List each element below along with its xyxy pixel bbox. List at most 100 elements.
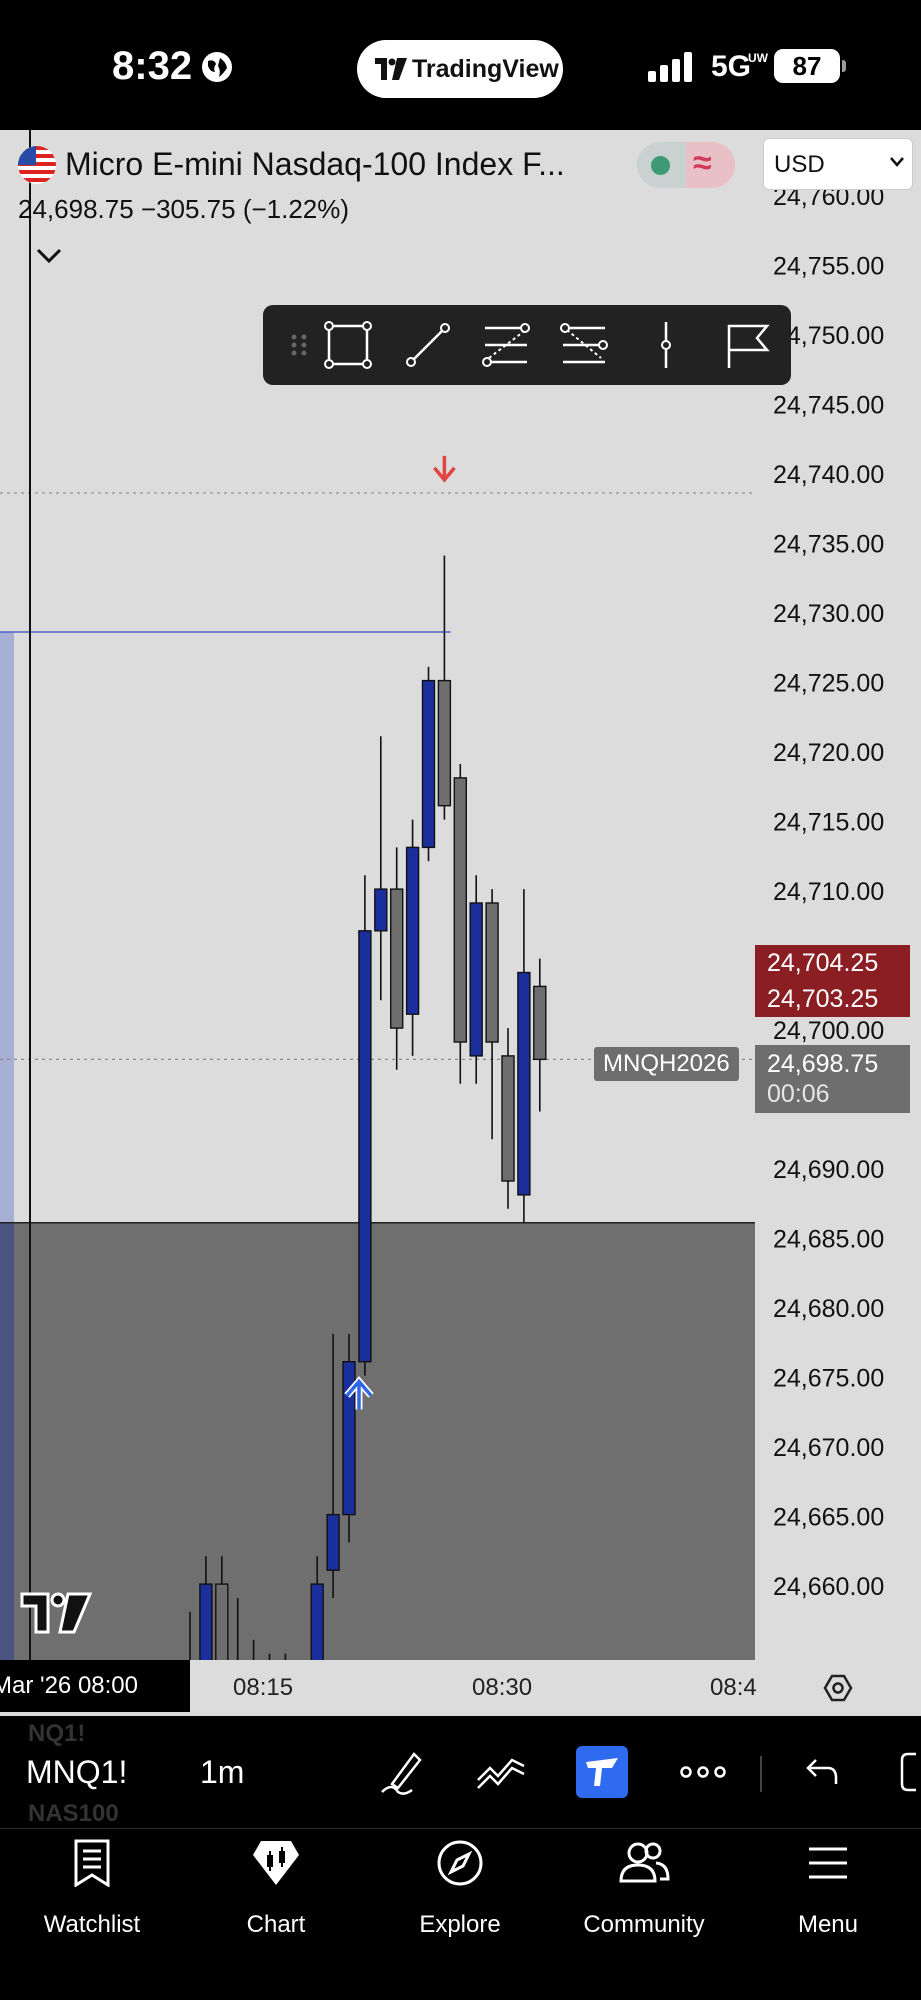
tradingview-badge[interactable]: TradingView (357, 40, 563, 98)
candle-body (485, 902, 499, 1043)
trend-line-icon[interactable] (401, 318, 455, 372)
left-zone-upper (0, 631, 14, 1223)
chart-settings-icon[interactable] (822, 1672, 854, 1704)
app-badge-label: TradingView (412, 55, 559, 83)
time-label: 08:4 (710, 1674, 757, 1701)
tradingview-logo-icon (375, 58, 407, 80)
tab-label: Community (583, 1911, 705, 1938)
tab-label: Chart (246, 1911, 306, 1938)
time-axis[interactable]: Mar '26 08:00 08:15 08:30 08:4 (0, 1660, 921, 1716)
last-price-value: 24,698.75 (767, 1050, 879, 1078)
price-axis-label: 24,755.00 (773, 253, 884, 281)
battery-tip (842, 60, 846, 72)
more-icon[interactable] (678, 1746, 728, 1798)
candle-body (469, 902, 483, 1057)
chart-icon (253, 1841, 299, 1885)
candle-body (517, 971, 531, 1196)
price-axis-label: 24,735.00 (773, 531, 884, 559)
undo-icon[interactable] (800, 1746, 840, 1798)
tab-label: Explore (419, 1911, 501, 1938)
tab-watchlist[interactable]: Watchlist (0, 1829, 184, 1949)
collapse-chevron-icon[interactable] (36, 248, 62, 264)
candle-body (437, 679, 452, 807)
toolbar-divider (760, 1756, 762, 1792)
tab-bar[interactable]: Watchlist Chart Explore Community Menu (0, 1828, 921, 2000)
us-flag-icon (18, 146, 56, 184)
price-axis-label: 24,730.00 (773, 600, 884, 628)
candle-body (421, 679, 436, 849)
fib-retracement-icon[interactable] (479, 318, 533, 372)
price-axis-label: 24,710.00 (773, 878, 884, 906)
candle-body (453, 777, 467, 1043)
price-axis-label: 24,700.00 (773, 1017, 884, 1045)
price-axis-label: 24,715.00 (773, 809, 884, 837)
tab-community[interactable]: Community (552, 1829, 736, 1949)
currency-select[interactable]: USD (763, 138, 913, 190)
price-axis-label: 24,690.00 (773, 1156, 884, 1184)
tradingview-watermark-icon (20, 1592, 93, 1634)
price-axis-label: 24,685.00 (773, 1226, 884, 1254)
battery-level: 87 (792, 51, 822, 81)
crosshair-time-label: Mar '26 08:00 (0, 1660, 190, 1712)
chart-toolbar[interactable]: NQ1! NAS100 MNQ1! 1m (0, 1716, 921, 1828)
price-axis-label: 24,665.00 (773, 1504, 884, 1532)
price-axis-label: 24,660.00 (773, 1573, 884, 1601)
price-axis-label: 24,680.00 (773, 1295, 884, 1323)
candle-body (358, 930, 372, 1363)
candle-body (374, 888, 388, 932)
last-price-symbol-tag: MNQH2026 (594, 1047, 739, 1081)
market-status-indicators[interactable]: ≈ (637, 142, 735, 188)
vertical-line-icon[interactable] (639, 318, 693, 372)
drag-handle-icon[interactable] (273, 318, 327, 372)
candle-body (326, 1513, 340, 1571)
chart-pane[interactable]: 24,760.00 24,755.00 24,750.00 24,745.00 24,7… (0, 130, 921, 1716)
supply-demand-zone (14, 1222, 755, 1660)
fullscreen-icon[interactable] (898, 1746, 921, 1798)
chevron-down-icon (890, 157, 904, 167)
indicators-icon[interactable] (474, 1746, 528, 1798)
price-axis-label: 24,725.00 (773, 670, 884, 698)
network-label: 5G (711, 50, 752, 83)
clock: 8:32 (112, 44, 193, 88)
interval-button[interactable]: 1m (200, 1754, 244, 1791)
tab-explore[interactable]: Explore (368, 1829, 552, 1949)
rectangle-icon[interactable] (321, 318, 375, 372)
tab-chart[interactable]: Chart (184, 1829, 368, 1949)
time-label: 08:30 (472, 1674, 533, 1701)
watchlist-icon (74, 1839, 110, 1887)
strategy-button[interactable] (576, 1746, 628, 1798)
scroll-ghost-symbol: NQ1! (28, 1720, 86, 1747)
price-axis-label: 24,745.00 (773, 392, 884, 420)
tab-label: Watchlist (43, 1911, 141, 1938)
price-axis-label: 24,740.00 (773, 461, 884, 489)
currency-label: USD (774, 151, 825, 178)
left-zone-lower (0, 1222, 14, 1660)
last-price-tag: 24,698.75 00:06 (755, 1045, 910, 1113)
candle-countdown: 00:06 (767, 1080, 830, 1108)
tab-label: Menu (797, 1911, 859, 1938)
tab-menu[interactable]: Menu (736, 1829, 920, 1949)
strategy-icon (586, 1758, 618, 1786)
pen-icon[interactable] (378, 1746, 426, 1798)
candle-body (533, 985, 547, 1061)
time-label: 08:15 (233, 1674, 294, 1701)
menu-icon (809, 1847, 847, 1879)
community-icon (619, 1842, 670, 1883)
drawing-toolbar[interactable] (263, 305, 791, 385)
market-open-icon (651, 156, 670, 175)
candle-body (501, 1055, 515, 1182)
status-bar: 8:32 TradingView 5G UW 87 (0, 0, 921, 130)
signal-icon (648, 52, 692, 82)
flag-icon[interactable] (721, 318, 775, 372)
compass-icon (437, 1840, 483, 1886)
price-axis-label: 24,670.00 (773, 1434, 884, 1462)
symbol-button[interactable]: MNQ1! (26, 1754, 127, 1791)
symbol-name[interactable]: Micro E-mini Nasdaq-100 Index F... (65, 146, 565, 183)
crosshair-time-text: Mar '26 08:00 (0, 1672, 139, 1699)
price-axis-label: 24,675.00 (773, 1365, 884, 1393)
globe-icon (202, 52, 232, 82)
low-price-tag: 24,703.25 (755, 981, 910, 1017)
high-marker-arrow-icon (433, 455, 456, 483)
price-axis-label: 24,720.00 (773, 739, 884, 767)
fib-extension-icon[interactable] (557, 318, 611, 372)
